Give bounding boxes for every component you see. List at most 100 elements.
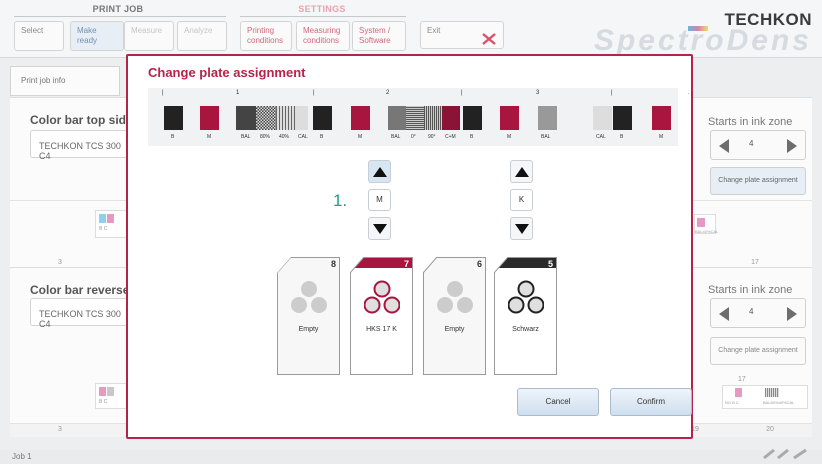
job-label: Job 1 — [12, 452, 32, 461]
card-number: 6 — [476, 259, 482, 269]
zone-marker-end: . — [688, 90, 690, 96]
patch-label: B — [320, 134, 324, 140]
screen-80-patch — [256, 106, 276, 130]
slur-90-patch — [424, 106, 442, 130]
change-plate-assignment-button-reverse[interactable]: Change plate assignment — [710, 337, 806, 365]
ink-card-6[interactable]: 6 Empty — [423, 257, 486, 375]
patch-label: CAL — [298, 134, 308, 140]
magenta-patch — [200, 106, 219, 130]
measure-label: Measure — [131, 26, 163, 35]
zone-marker: | — [611, 90, 613, 96]
device-field[interactable]: TECHKON TCS 300 C4 — [30, 130, 130, 161]
analyze-label: Analyze — [184, 26, 213, 35]
zone-stepper-reverse[interactable]: 4 — [710, 298, 806, 328]
balance-patch — [388, 106, 406, 130]
dialog-title: Change plate assignment — [148, 65, 306, 80]
confirm-button[interactable]: Confirm — [610, 388, 692, 416]
measuring-conditions-label: Measuring conditions — [303, 26, 341, 45]
gray-patch — [107, 387, 114, 396]
strip-label: BAL40%CAL — [695, 229, 719, 234]
selector-down-button-left[interactable] — [368, 217, 391, 240]
card-name: Empty — [444, 326, 465, 333]
select-button[interactable]: Select — [14, 21, 64, 51]
printing-conditions-button[interactable]: Printing conditions — [240, 21, 292, 51]
tab-label: Print job info — [21, 76, 66, 85]
section-title: Color bar top side — [30, 113, 133, 127]
patch-label: M — [659, 134, 664, 140]
cancel-button[interactable]: Cancel — [517, 388, 599, 416]
zone-number: 17 — [751, 259, 759, 266]
starts-in-zone-label: Starts in ink zone — [708, 116, 793, 128]
ink-cartridge-icon — [364, 280, 400, 314]
make-ready-label: Make ready — [77, 26, 98, 45]
system-software-button[interactable]: System / Software — [352, 21, 406, 51]
zone-number: 20 — [766, 426, 774, 433]
ink-cartridge-icon — [437, 281, 473, 313]
arrow-right-icon[interactable] — [787, 139, 797, 153]
zone-stepper[interactable]: 4 — [710, 130, 806, 160]
zone-marker: 1 — [236, 90, 240, 96]
exit-button[interactable]: Exit — [420, 21, 504, 49]
patch-label: M — [358, 134, 363, 140]
magenta-patch — [697, 218, 705, 227]
patch-label: 90° — [428, 134, 436, 140]
selector-up-button-left[interactable] — [368, 160, 391, 183]
ink-card-5[interactable]: 5 Schwarz — [494, 257, 557, 375]
patch-label: B — [620, 134, 624, 140]
triangle-up-icon — [515, 167, 529, 177]
black-patch — [164, 106, 183, 130]
black-patch — [613, 106, 632, 130]
ink-cartridge-icon — [508, 280, 544, 314]
make-ready-button[interactable]: Make ready — [70, 21, 124, 51]
measure-button[interactable]: Measure — [124, 21, 174, 51]
color-bar-strip: | 1 | 2 | 3 | . B M BAL 80% 40% CAL B M … — [148, 88, 689, 146]
selector-down-button-right[interactable] — [510, 217, 533, 240]
magenta-patch — [735, 388, 742, 397]
analyze-button[interactable]: Analyze — [177, 21, 227, 51]
card-name: Empty — [298, 326, 319, 333]
group-divider — [14, 16, 226, 17]
triangle-up-icon — [373, 167, 387, 177]
cal-patch — [593, 106, 612, 130]
card-name: HKS 17 K — [366, 326, 397, 333]
arrow-left-icon[interactable] — [719, 307, 729, 321]
tab-print-job-info[interactable]: Print job info — [10, 66, 120, 96]
zone-marker: 3 — [536, 90, 540, 96]
card-number: 8 — [330, 259, 336, 269]
slur-0-patch — [406, 106, 424, 130]
system-software-label: System / Software — [359, 26, 391, 45]
selector-up-button-right[interactable] — [510, 160, 533, 183]
zone-marker: | — [461, 90, 463, 96]
patch-label: CAL — [596, 134, 606, 140]
patch-label: B — [171, 134, 175, 140]
card-corner — [277, 257, 292, 274]
status-bar: Job 1 — [0, 450, 822, 464]
patch-label: BAL — [241, 134, 251, 140]
device-field-reverse[interactable]: TECHKON TCS 300 C4 — [30, 298, 130, 329]
screen-40-patch — [276, 106, 296, 130]
strip-preview-right-reverse: NO B C BAL60%40%CAL — [722, 385, 808, 409]
ink-card-8[interactable]: 8 Empty — [277, 257, 340, 375]
change-plate-assignment-button-top[interactable]: Change plate assignment — [710, 167, 806, 195]
ink-card-7[interactable]: 7 HKS 17 K — [350, 257, 413, 375]
arrow-right-icon[interactable] — [787, 307, 797, 321]
strip-preview-right: BAL40%CAL — [694, 214, 719, 234]
patch-label: B — [470, 134, 474, 140]
zone-marker: | — [162, 90, 164, 96]
magenta-patch — [351, 106, 370, 130]
decoration-icons — [763, 448, 807, 460]
top-toolbar: PRINT JOB SETTINGS Select Make ready Mea… — [0, 0, 822, 58]
measuring-conditions-button[interactable]: Measuring conditions — [296, 21, 350, 51]
arrow-left-icon[interactable] — [719, 139, 729, 153]
zone-number: 3 — [58, 259, 62, 266]
patch-label: 80% — [260, 134, 271, 140]
patch-label: BAL — [541, 134, 551, 140]
close-icon — [482, 33, 496, 45]
black-patch — [313, 106, 332, 130]
patch-label: M — [507, 134, 512, 140]
cal-patch — [296, 106, 308, 130]
settings-group-label: SETTINGS — [298, 4, 346, 14]
techkon-logo: TECHKON — [724, 10, 812, 29]
patch-label: M — [207, 134, 212, 140]
card-corner — [350, 257, 365, 274]
